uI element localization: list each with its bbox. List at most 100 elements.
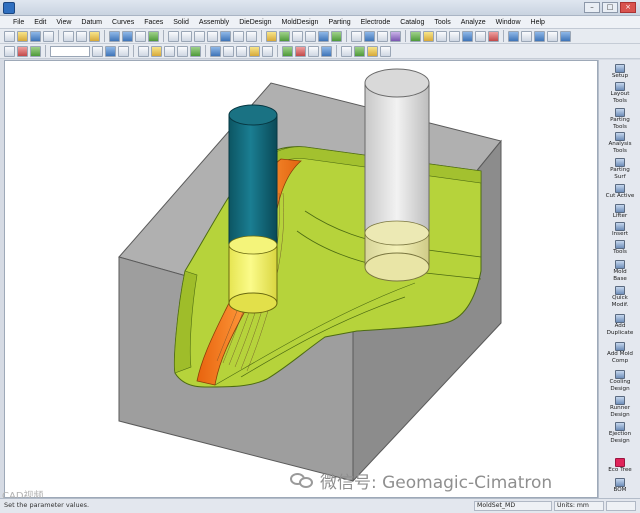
- attribute-icon[interactable]: [354, 45, 365, 57]
- panel-item-tools[interactable]: Tools: [599, 240, 640, 256]
- maximize-button[interactable]: □: [602, 2, 618, 13]
- menu-analyze[interactable]: Analyze: [456, 16, 491, 28]
- pick-filter-icon[interactable]: [17, 45, 28, 57]
- panel-item-analysis-tools[interactable]: Analysis Tools: [599, 132, 640, 154]
- blank-icon[interactable]: [295, 45, 306, 57]
- menu-file[interactable]: File: [8, 16, 29, 28]
- panel-item-ejection-design[interactable]: Ejection Design: [599, 422, 640, 444]
- snap-icon[interactable]: [138, 45, 149, 57]
- save-icon[interactable]: [30, 30, 41, 42]
- menu-edit[interactable]: Edit: [29, 16, 51, 28]
- menu-solid[interactable]: Solid: [168, 16, 194, 28]
- menu-help[interactable]: Help: [526, 16, 550, 28]
- panel-item-mold-base[interactable]: Mold Base: [599, 260, 640, 282]
- units-field[interactable]: Units: mm: [554, 501, 604, 511]
- view-front-icon[interactable]: [181, 30, 192, 42]
- menu-window[interactable]: Window: [491, 16, 526, 28]
- cube-solid-icon[interactable]: [534, 30, 545, 42]
- cube-view-icon[interactable]: [508, 30, 519, 42]
- pick-arrow-icon[interactable]: [30, 45, 41, 57]
- open-file-icon[interactable]: [17, 30, 28, 42]
- cancel-icon[interactable]: [488, 30, 499, 42]
- panel-item-insert[interactable]: Insert: [599, 222, 640, 238]
- menu-assembly[interactable]: Assembly: [194, 16, 234, 28]
- menu-molddesign[interactable]: MoldDesign: [276, 16, 323, 28]
- pick-edge-icon[interactable]: [118, 45, 129, 57]
- panel-item-cut-active[interactable]: Cut Active: [599, 184, 640, 200]
- print-icon[interactable]: [43, 30, 54, 42]
- property-icon[interactable]: [380, 45, 391, 57]
- layer-set-icon[interactable]: [367, 45, 378, 57]
- group-icon[interactable]: [321, 45, 332, 57]
- panel-item-parting-surf[interactable]: Parting Surf: [599, 158, 640, 180]
- snap-mid-icon[interactable]: [164, 45, 175, 57]
- graphics-viewport[interactable]: [4, 60, 598, 498]
- snap-point-icon[interactable]: [151, 45, 162, 57]
- panel-item-lifter[interactable]: Lifter: [599, 204, 640, 220]
- mirror-icon[interactable]: [236, 45, 247, 57]
- glasses-icon[interactable]: [135, 30, 146, 42]
- select-icon[interactable]: [4, 45, 15, 57]
- paste-icon[interactable]: [89, 30, 100, 42]
- menu-faces[interactable]: Faces: [139, 16, 168, 28]
- datum-axis-icon[interactable]: [305, 30, 316, 42]
- refresh-icon[interactable]: [148, 30, 159, 42]
- point-icon[interactable]: [436, 30, 447, 42]
- sketch-icon[interactable]: [423, 30, 434, 42]
- close-button[interactable]: ×: [620, 2, 636, 13]
- new-file-icon[interactable]: [4, 30, 15, 42]
- panel-item-eco-tree[interactable]: Eco Tree: [599, 458, 640, 474]
- menu-electrode[interactable]: Electrode: [356, 16, 396, 28]
- view-top-icon[interactable]: [194, 30, 205, 42]
- panel-item-cooling-design[interactable]: Cooling Design: [599, 370, 640, 392]
- view-cube-icon[interactable]: [168, 30, 179, 42]
- menu-diedesign[interactable]: DieDesign: [234, 16, 276, 28]
- zoom-fit-icon[interactable]: [220, 30, 231, 42]
- color-icon[interactable]: [331, 30, 342, 42]
- scale-icon[interactable]: [249, 45, 260, 57]
- cube-wire-icon[interactable]: [521, 30, 532, 42]
- menu-datum[interactable]: Datum: [76, 16, 107, 28]
- redo-icon[interactable]: [122, 30, 133, 42]
- zoom-window-icon[interactable]: [233, 30, 244, 42]
- delete-icon[interactable]: [282, 45, 293, 57]
- panel-item-layout-tools[interactable]: Layout Tools: [599, 82, 640, 104]
- menu-tools[interactable]: Tools: [429, 16, 455, 28]
- cube-top-icon[interactable]: [560, 30, 571, 42]
- green-arrow-icon[interactable]: [410, 30, 421, 42]
- copy-entity-icon[interactable]: [223, 45, 234, 57]
- light-bulb-icon[interactable]: [266, 30, 277, 42]
- panel-item-add-duplicate[interactable]: Add Duplicate: [599, 314, 640, 336]
- menu-catalog[interactable]: Catalog: [395, 16, 429, 28]
- undo-icon[interactable]: [109, 30, 120, 42]
- hidden-line-icon[interactable]: [377, 30, 388, 42]
- pick-entity-icon[interactable]: [92, 45, 103, 57]
- panel-item-add-mold-comp[interactable]: Add Mold Comp: [599, 342, 640, 364]
- rotate-entity-icon[interactable]: [262, 45, 273, 57]
- panel-item-parting-tools[interactable]: Parting Tools: [599, 108, 640, 130]
- render-icon[interactable]: [390, 30, 401, 42]
- minimize-button[interactable]: –: [584, 2, 600, 13]
- copy-icon[interactable]: [76, 30, 87, 42]
- layer-icon[interactable]: [318, 30, 329, 42]
- panel-item-runner-design[interactable]: Runner Design: [599, 396, 640, 418]
- color-set-icon[interactable]: [341, 45, 352, 57]
- snap-on-icon[interactable]: [190, 45, 201, 57]
- menu-curves[interactable]: Curves: [107, 16, 139, 28]
- measure-icon[interactable]: [449, 30, 460, 42]
- panel-item-setup[interactable]: Setup: [599, 64, 640, 80]
- rotate-icon[interactable]: [246, 30, 257, 42]
- panel-item-bom[interactable]: BOM: [599, 478, 640, 494]
- move-icon[interactable]: [210, 45, 221, 57]
- panel-item-quick-modif[interactable]: Quick Modif.: [599, 286, 640, 308]
- wireframe-icon[interactable]: [351, 30, 362, 42]
- menu-parting[interactable]: Parting: [323, 16, 355, 28]
- menu-view[interactable]: View: [51, 16, 76, 28]
- show-hide-icon[interactable]: [279, 30, 290, 42]
- view-iso-icon[interactable]: [207, 30, 218, 42]
- pick-face-icon[interactable]: [105, 45, 116, 57]
- filter-icon[interactable]: [292, 30, 303, 42]
- selection-mode-dropdown[interactable]: [50, 45, 90, 57]
- shaded-icon[interactable]: [364, 30, 375, 42]
- cube-section-icon[interactable]: [547, 30, 558, 42]
